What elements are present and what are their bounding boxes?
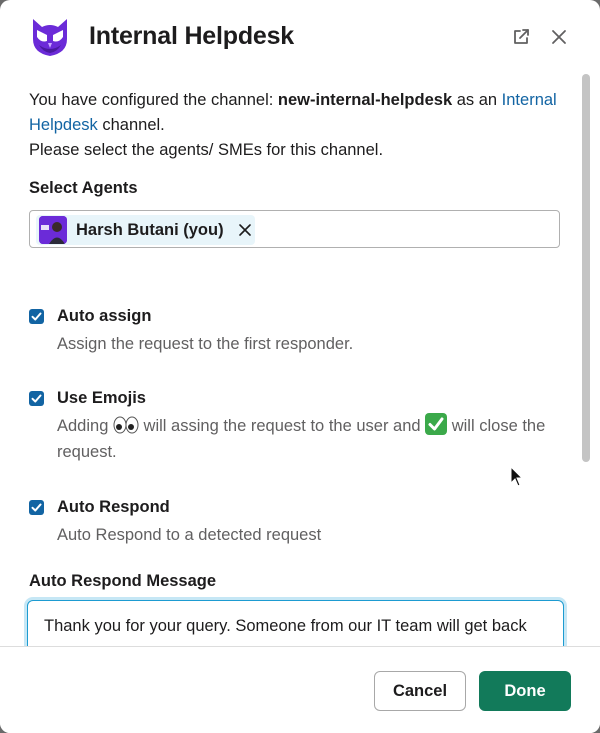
eyes-emoji-icon — [113, 416, 139, 434]
cancel-button[interactable]: Cancel — [374, 671, 466, 711]
intro-line2: Please select the agents/ SMEs for this … — [29, 141, 384, 159]
mouse-cursor-icon — [510, 465, 524, 488]
intro-mid: as an — [452, 91, 502, 109]
use-emojis-desc-1: Adding — [57, 417, 113, 435]
use-emojis-checkbox[interactable] — [29, 391, 44, 406]
intro-text: You have configured the channel: new-int… — [29, 88, 569, 163]
auto-assign-title: Auto assign — [57, 307, 152, 325]
option-auto-assign: Auto assign Assign the request to the fi… — [29, 307, 559, 357]
modal-title: Internal Helpdesk — [89, 22, 294, 50]
modal-header: Internal Helpdesk — [0, 0, 600, 78]
intro-prefix: You have configured the channel: — [29, 91, 278, 109]
avatar — [39, 216, 67, 244]
auto-respond-title: Auto Respond — [57, 498, 170, 516]
owl-logo-icon — [31, 17, 69, 57]
option-use-emojis: Use Emojis Adding will assing the reques… — [29, 389, 559, 467]
modal-body[interactable]: You have configured the channel: new-int… — [0, 78, 600, 646]
modal-footer: Cancel Done — [0, 646, 600, 733]
helpdesk-modal: Internal Helpdesk You have configured th… — [0, 0, 600, 733]
auto-assign-description: Assign the request to the first responde… — [57, 335, 354, 353]
intro-suffix: channel. — [97, 116, 165, 134]
check-mark-button-emoji-icon — [425, 413, 448, 435]
modal-scrollbar[interactable] — [582, 74, 590, 462]
option-auto-respond: Auto Respond Auto Respond to a detected … — [29, 498, 559, 548]
close-icon[interactable] — [548, 26, 570, 48]
auto-respond-message-label: Auto Respond Message — [29, 572, 217, 590]
auto-respond-description: Auto Respond to a detected request — [57, 526, 322, 544]
select-agents-label: Select Agents — [29, 179, 138, 197]
agent-chip-name: Harsh Butani (you) — [76, 220, 224, 239]
auto-assign-checkbox[interactable] — [29, 309, 44, 324]
use-emojis-description: Adding will assing the request to the us… — [57, 413, 547, 465]
use-emojis-desc-2: will assing the request to the user and — [138, 417, 426, 435]
agents-multiselect[interactable]: Harsh Butani (you) — [29, 210, 560, 248]
external-link-icon[interactable] — [510, 26, 532, 48]
channel-name: new-internal-helpdesk — [277, 91, 453, 109]
auto-respond-checkbox[interactable] — [29, 500, 44, 515]
auto-respond-message-input[interactable]: Thank you for your query. Someone from o… — [27, 600, 564, 646]
use-emojis-title: Use Emojis — [57, 389, 146, 407]
agent-chip[interactable]: Harsh Butani (you) — [36, 215, 255, 245]
remove-agent-icon[interactable] — [236, 221, 254, 239]
auto-respond-message-value: Thank you for your query. Someone from o… — [44, 617, 527, 635]
done-button[interactable]: Done — [479, 671, 571, 711]
